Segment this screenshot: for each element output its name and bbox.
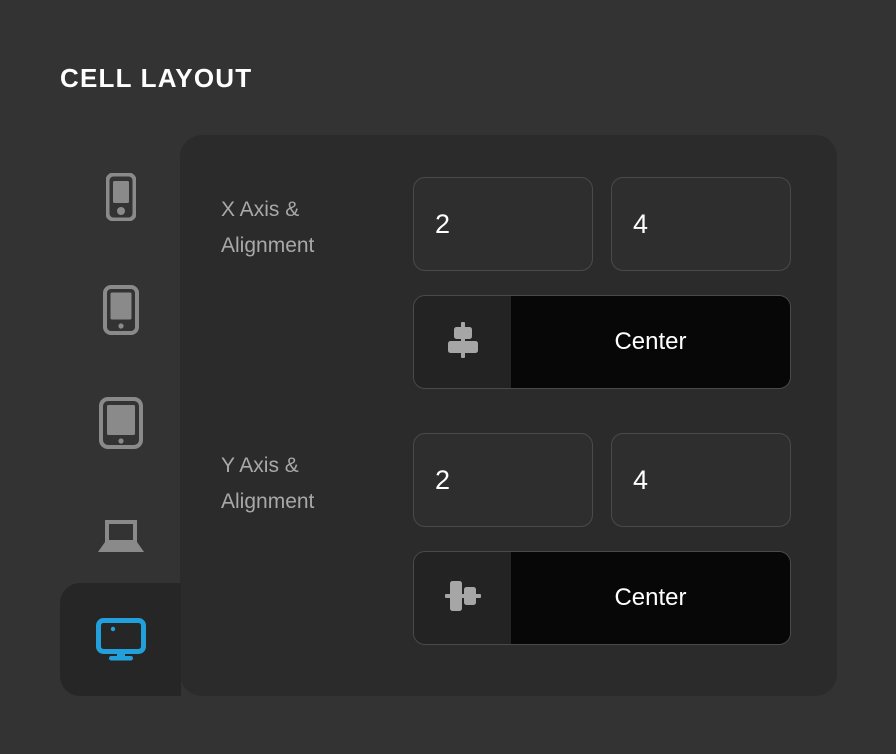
phone-large-icon — [102, 284, 139, 335]
page-title: CELL LAYOUT — [60, 63, 253, 93]
align-center-vertical-icon — [443, 576, 483, 621]
device-breakpoint-rail — [60, 140, 181, 696]
device-item-mobile-large[interactable] — [60, 253, 181, 366]
y-axis-start-input[interactable]: 2 — [413, 433, 593, 527]
cell-layout-screen: CELL LAYOUT X Axis & Alignment 2 4 Cente… — [0, 0, 896, 754]
tablet-icon — [98, 396, 143, 449]
device-item-laptop[interactable] — [60, 479, 181, 592]
y-axis-alignment-control[interactable]: Center — [413, 551, 791, 645]
row-label-y-axis: Y Axis & Alignment — [221, 454, 315, 513]
device-item-mobile-small[interactable] — [60, 140, 181, 253]
x-axis-end-input[interactable]: 4 — [611, 177, 791, 271]
row-label-x-axis: X Axis & Alignment — [221, 198, 315, 257]
align-center-horizontal-icon — [443, 320, 483, 365]
x-axis-start-input[interactable]: 2 — [413, 177, 593, 271]
device-item-tablet[interactable] — [60, 366, 181, 479]
y-axis-alignment-value[interactable]: Center — [511, 552, 790, 644]
device-item-desktop[interactable] — [60, 583, 181, 696]
desktop-icon — [95, 617, 146, 662]
y-axis-alignment-icon-segment[interactable] — [414, 552, 511, 644]
phone-small-icon — [105, 172, 136, 221]
x-axis-alignment-control[interactable]: Center — [413, 295, 791, 389]
laptop-icon — [95, 516, 147, 556]
x-axis-alignment-icon-segment[interactable] — [414, 296, 511, 388]
y-axis-end-input[interactable]: 4 — [611, 433, 791, 527]
x-axis-alignment-value[interactable]: Center — [511, 296, 790, 388]
